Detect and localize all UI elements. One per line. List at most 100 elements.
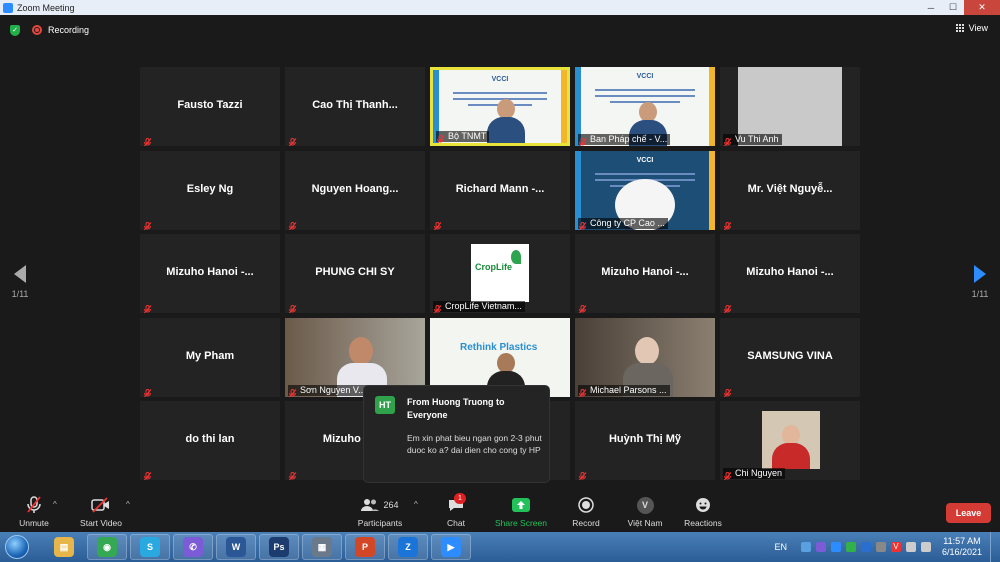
taskbar-app-powerpoint[interactable]: P xyxy=(345,534,385,560)
language-button[interactable]: V Việt Nam xyxy=(624,495,666,528)
language-label: Việt Nam xyxy=(627,518,663,528)
participant-tile[interactable]: My Pham xyxy=(140,317,280,397)
taskbar-app-calculator[interactable]: ▦ xyxy=(302,534,342,560)
croplife-logo: CropLife xyxy=(471,244,529,302)
muted-mic-icon xyxy=(578,301,587,313)
muted-mic-icon xyxy=(433,301,442,313)
participant-tile[interactable]: CropLife CropLife Vietnam... xyxy=(430,234,570,313)
participant-tile[interactable]: Mr. Việt Nguyễ... xyxy=(720,150,860,230)
participant-name: Mizuho Hanoi -... xyxy=(601,266,689,278)
participant-tile[interactable]: VCCI Ban Pháp chế - V... xyxy=(575,67,715,146)
chat-notification[interactable]: HT From Huong Truong to Everyone Em xin … xyxy=(364,386,549,482)
participant-tile[interactable]: Richard Mann -... xyxy=(430,150,570,230)
page-indicator-right: 1/11 xyxy=(971,289,989,299)
smiley-icon xyxy=(683,495,723,515)
start-video-button[interactable]: Start Video xyxy=(78,495,124,528)
participant-tile[interactable]: VCCI Công ty CP Cao ... xyxy=(575,150,715,230)
tray-icon-network[interactable] xyxy=(905,542,916,552)
zoom-icon: ▶ xyxy=(441,537,461,557)
view-button[interactable]: View xyxy=(955,23,988,33)
minimize-button[interactable]: ─ xyxy=(920,0,942,15)
participant-tile[interactable]: Sơn Nguyen V... xyxy=(285,317,425,397)
record-dot-icon xyxy=(32,25,42,35)
taskbar-app-photoshop[interactable]: Ps xyxy=(259,534,299,560)
participant-tile[interactable]: SAMSUNG VINA xyxy=(720,317,860,397)
tray-icon-unikey[interactable]: V xyxy=(890,542,901,552)
taskbar-app-viber[interactable]: ✆ xyxy=(173,534,213,560)
participant-tile[interactable]: Mizuho Hanoi -... xyxy=(720,234,860,313)
security-shield-icon[interactable]: ✓ xyxy=(10,24,20,36)
audio-options-caret[interactable]: ^ xyxy=(53,500,57,509)
participant-name: do thi lan xyxy=(185,433,235,445)
participant-tile[interactable]: Mizuho Hanoi -... xyxy=(140,234,280,313)
taskbar-app-word[interactable]: W xyxy=(216,534,256,560)
photoshop-icon: Ps xyxy=(269,537,289,557)
participant-name: PHUNG CHI SY xyxy=(315,266,395,278)
tray-icon-zalo[interactable] xyxy=(860,542,871,552)
participant-tile[interactable]: Esley Ng xyxy=(140,150,280,230)
participant-name: Nguyen Hoang... xyxy=(311,182,399,195)
next-page-button[interactable]: 1/11 xyxy=(968,265,992,299)
chat-icon: 1 xyxy=(442,493,470,515)
start-button[interactable] xyxy=(0,533,34,561)
participant-name-label: Chi Nguyen xyxy=(723,468,786,479)
participant-tile[interactable]: Huỳnh Thị Mỹ xyxy=(575,401,715,480)
participant-tile[interactable]: Cao Thị Thanh... xyxy=(285,67,425,146)
tray-icon-volume[interactable] xyxy=(920,542,931,552)
unmute-button[interactable]: Unmute xyxy=(15,495,53,528)
record-button[interactable]: Record xyxy=(570,495,602,528)
participants-label: Participants xyxy=(357,518,403,528)
reactions-button[interactable]: Reactions xyxy=(683,495,723,528)
taskbar-app-skype[interactable]: S xyxy=(130,534,170,560)
record-icon xyxy=(570,495,602,515)
taskbar-app-explorer[interactable]: ▤ xyxy=(44,534,84,560)
participants-caret[interactable]: ^ xyxy=(414,500,418,509)
arrow-left-icon xyxy=(14,265,26,283)
chat-message: Em xin phat bieu ngan gon 2-3 phut duoc … xyxy=(407,433,542,455)
participant-tile[interactable]: Chi Nguyen xyxy=(720,401,860,480)
show-desktop-button[interactable] xyxy=(990,532,1000,562)
tray-icon-flag[interactable] xyxy=(875,542,886,552)
participant-name: Fausto Tazzi xyxy=(177,99,243,111)
participant-tile[interactable]: Nguyen Hoang... xyxy=(285,150,425,230)
input-language[interactable]: EN xyxy=(774,542,787,552)
tray-icon-viber[interactable] xyxy=(815,542,826,552)
participant-tile[interactable]: PHUNG CHI SY xyxy=(285,234,425,313)
muted-mic-icon xyxy=(288,218,297,230)
participant-tile[interactable]: Michael Parsons ... xyxy=(575,317,715,397)
video-options-caret[interactable]: ^ xyxy=(126,500,130,509)
chat-button[interactable]: 1 Chat xyxy=(442,493,470,528)
windows-orb-icon xyxy=(5,535,29,559)
tray-icon-1[interactable] xyxy=(800,542,811,552)
participants-button[interactable]: 264 Participants xyxy=(356,495,404,528)
taskbar-app-zalo[interactable]: Z xyxy=(388,534,428,560)
participant-tile[interactable]: Mizuho Hanoi -... xyxy=(575,234,715,313)
previous-page-button[interactable]: 1/11 xyxy=(8,265,32,299)
meeting-toolbar: Unmute ^ Start Video ^ 264 Participants … xyxy=(0,490,1000,532)
participant-tile[interactable]: Vu Thi Anh xyxy=(720,67,860,146)
tray-icon-zoom[interactable] xyxy=(830,542,841,552)
participant-tile[interactable]: do thi lan xyxy=(140,401,280,480)
close-button[interactable]: ✕ xyxy=(964,0,1000,15)
taskbar-clock[interactable]: 11:57 AM 6/16/2021 xyxy=(942,536,982,558)
muted-mic-icon xyxy=(578,385,587,397)
language-initial: V xyxy=(636,496,654,514)
muted-mic-icon xyxy=(723,468,732,480)
share-screen-button[interactable]: Share Screen xyxy=(494,495,548,528)
participant-tile[interactable]: Fausto Tazzi xyxy=(140,67,280,146)
recording-indicator[interactable]: Recording xyxy=(32,25,89,35)
zoom-app-icon xyxy=(3,2,13,13)
tray-icon-check[interactable] xyxy=(845,542,856,552)
taskbar-app-zoom[interactable]: ▶ xyxy=(431,534,471,560)
participant-tile[interactable]: VCCI Bộ TNMT xyxy=(430,67,570,146)
taskbar-app-chrome[interactable]: ◉ xyxy=(87,534,127,560)
leave-button[interactable]: Leave xyxy=(946,503,991,523)
participant-name: Mizuho Hanoi -... xyxy=(166,266,254,278)
powerpoint-icon: P xyxy=(355,537,375,557)
participant-tile[interactable]: Rethink Plastics xyxy=(430,317,570,397)
meeting-topbar: ✓ Recording View xyxy=(0,15,1000,45)
slide-line xyxy=(595,172,695,175)
maximize-button[interactable]: ☐ xyxy=(942,0,964,15)
muted-mic-icon xyxy=(143,218,152,230)
view-label: View xyxy=(968,23,988,33)
